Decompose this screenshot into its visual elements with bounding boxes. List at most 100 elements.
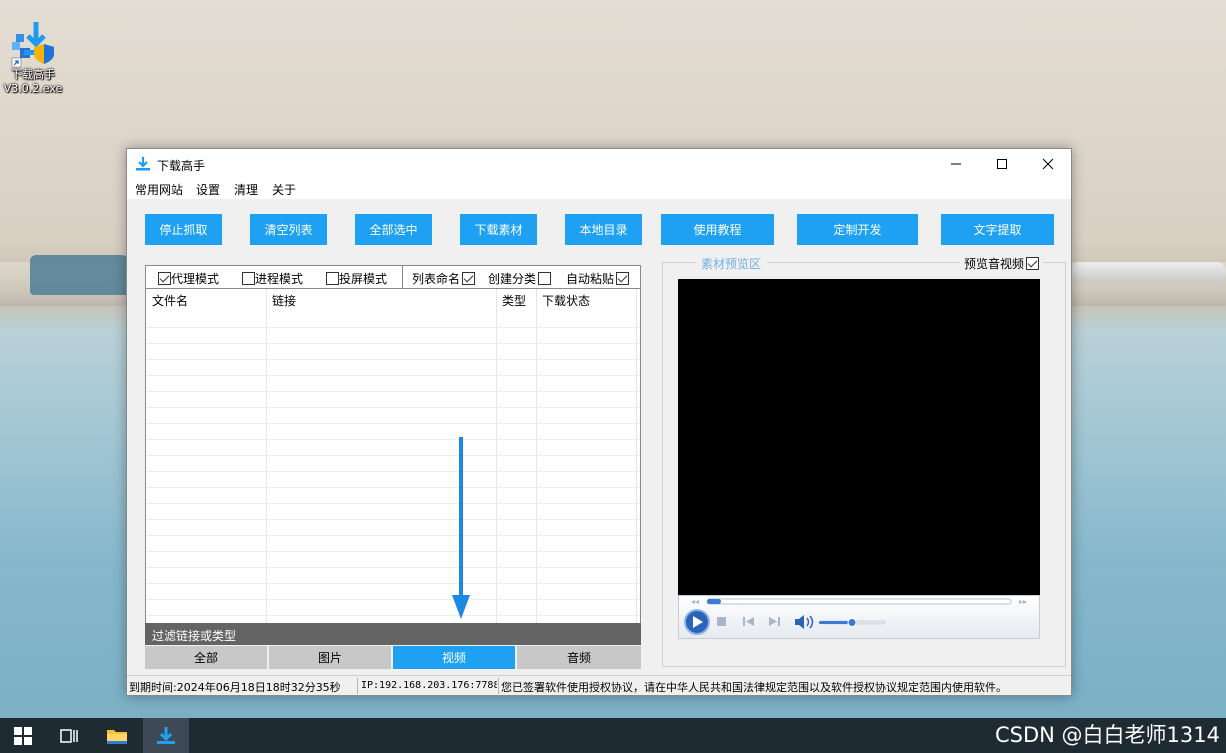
table-row [146, 359, 640, 360]
proxy-mode-checkbox[interactable] [158, 272, 171, 285]
volume-icon[interactable] [795, 615, 814, 629]
desktop-icon-label-1: 下载高手 [11, 68, 55, 81]
cast-mode-label: 投屏模式 [339, 272, 388, 286]
table-row [146, 423, 640, 424]
text-extract-button[interactable]: 文字提取 [941, 214, 1054, 245]
header-status[interactable]: 下载状态 [542, 292, 590, 309]
seek-thumb[interactable] [707, 599, 721, 604]
table-row [146, 615, 640, 616]
tutorial-button[interactable]: 使用教程 [661, 214, 774, 245]
license-notice: 您已签署软件使用授权协议，请在中华人民共和国法律规定范围以及软件授权协议规定范围… [501, 681, 1007, 694]
table-row [146, 343, 640, 344]
close-button[interactable] [1025, 149, 1071, 179]
stop-capture-button[interactable]: 停止抓取 [145, 214, 222, 245]
custom-dev-button[interactable]: 定制开发 [797, 214, 918, 245]
preview-av-checkbox[interactable] [1026, 257, 1040, 270]
wallpaper-mat [30, 255, 140, 295]
minimize-button[interactable] [933, 149, 979, 179]
tab-audio[interactable]: 音频 [517, 646, 641, 669]
table-row [146, 599, 640, 600]
column-line [496, 289, 497, 623]
app-window: 下载高手 常用网站 设置 清理 关于 停止抓取 清空列表 全部选中 下载素材 本… [126, 148, 1072, 696]
previous-icon[interactable] [743, 617, 754, 626]
select-all-button[interactable]: 全部选中 [355, 214, 432, 245]
list-naming-checkbox[interactable] [462, 272, 476, 285]
create-category-option[interactable]: 创建分类 [488, 270, 552, 287]
status-bar: 到期时间:2024年06月18日18时32分35秒 IP:192.168.203… [127, 675, 1071, 695]
maximize-button[interactable] [979, 149, 1025, 179]
auto-paste-label: 自动粘贴 [566, 272, 615, 286]
window-title: 下载高手 [157, 159, 206, 173]
column-line [636, 289, 637, 623]
file-explorer-button[interactable] [94, 718, 140, 753]
auto-paste-checkbox[interactable] [616, 272, 630, 285]
downloader-app-icon [10, 18, 56, 68]
cast-mode-checkbox[interactable] [326, 272, 339, 285]
filter-input[interactable]: 过滤链接或类型 [145, 623, 641, 645]
maximize-icon [997, 159, 1007, 169]
volume-thumb[interactable] [847, 618, 857, 627]
windows-logo-icon [14, 726, 32, 745]
ip-text: IP:192.168.203.176:7788 [361, 680, 497, 691]
play-icon[interactable] [684, 609, 710, 635]
table-row [146, 375, 640, 376]
close-icon [1042, 158, 1054, 170]
tab-videos[interactable]: 视频 [393, 646, 515, 669]
tab-images[interactable]: 图片 [269, 646, 391, 669]
menu-clean[interactable]: 清理 [234, 181, 258, 198]
status-divider [357, 678, 358, 694]
wallpaper-tube [1070, 262, 1226, 282]
header-link[interactable]: 链接 [272, 292, 296, 309]
task-view-button[interactable] [46, 718, 92, 753]
stop-icon[interactable] [717, 617, 726, 626]
download-icon [157, 726, 175, 744]
downloader-taskbar-button[interactable] [143, 718, 189, 753]
clear-list-button[interactable]: 清空列表 [250, 214, 327, 245]
table-row [146, 503, 640, 504]
table-row [146, 519, 640, 520]
table-header: 文件名 链接 类型 下载状态 [146, 289, 640, 311]
desktop-shortcut[interactable]: 下载高手 V3.0.2.exe [2, 18, 64, 96]
header-filename[interactable]: 文件名 [152, 292, 188, 309]
process-mode-label: 进程模式 [255, 272, 304, 286]
annotation-arrow-icon [452, 437, 470, 619]
media-list-table[interactable]: 文件名 链接 类型 下载状态 [145, 289, 641, 623]
list-naming-option[interactable]: 列表命名 [412, 270, 476, 287]
process-mode-checkbox[interactable] [242, 272, 255, 285]
title-bar[interactable]: 下载高手 [127, 149, 1071, 179]
column-line [266, 289, 267, 623]
download-icon [135, 156, 151, 175]
table-row [146, 487, 640, 488]
cast-mode-option[interactable]: 投屏模式 [326, 270, 387, 287]
table-row [146, 567, 640, 568]
proxy-mode-option[interactable]: 代理模式 [158, 270, 219, 287]
seek-bar[interactable] [706, 598, 1012, 605]
seek-forward-icon[interactable] [1019, 600, 1027, 604]
expiry-text: 到期时间:2024年06月18日18时32分35秒 [129, 681, 341, 694]
task-view-icon [60, 728, 78, 743]
menu-about[interactable]: 关于 [272, 181, 296, 198]
preview-group-title: 素材预览区 [695, 255, 768, 272]
menu-common-sites[interactable]: 常用网站 [135, 181, 183, 198]
table-row [146, 551, 640, 552]
list-naming-label: 列表命名 [412, 272, 461, 286]
tab-all[interactable]: 全部 [145, 646, 267, 669]
csdn-watermark: CSDN @白白老师1314 [995, 723, 1220, 747]
preview-av-option[interactable]: 预览音视频 [960, 255, 1044, 272]
process-mode-option[interactable]: 进程模式 [242, 270, 303, 287]
table-row [146, 327, 640, 328]
menu-bar: 常用网站 设置 清理 关于 [127, 179, 1071, 199]
download-media-button[interactable]: 下载素材 [460, 214, 537, 245]
create-category-checkbox[interactable] [538, 272, 552, 285]
desktop-icon-label-2: V3.0.2.exe [3, 82, 63, 95]
start-button[interactable] [0, 718, 46, 753]
auto-paste-option[interactable]: 自动粘贴 [566, 270, 630, 287]
seek-back-icon[interactable] [691, 600, 699, 604]
local-directory-button[interactable]: 本地目录 [565, 214, 642, 245]
header-type[interactable]: 类型 [502, 292, 526, 309]
table-row [146, 455, 640, 456]
options-bar: 代理模式 进程模式 投屏模式 列表命名 创建分类 自动粘贴 [145, 265, 641, 289]
video-player-screen[interactable] [678, 279, 1040, 595]
next-icon[interactable] [769, 617, 780, 626]
menu-settings[interactable]: 设置 [196, 181, 220, 198]
